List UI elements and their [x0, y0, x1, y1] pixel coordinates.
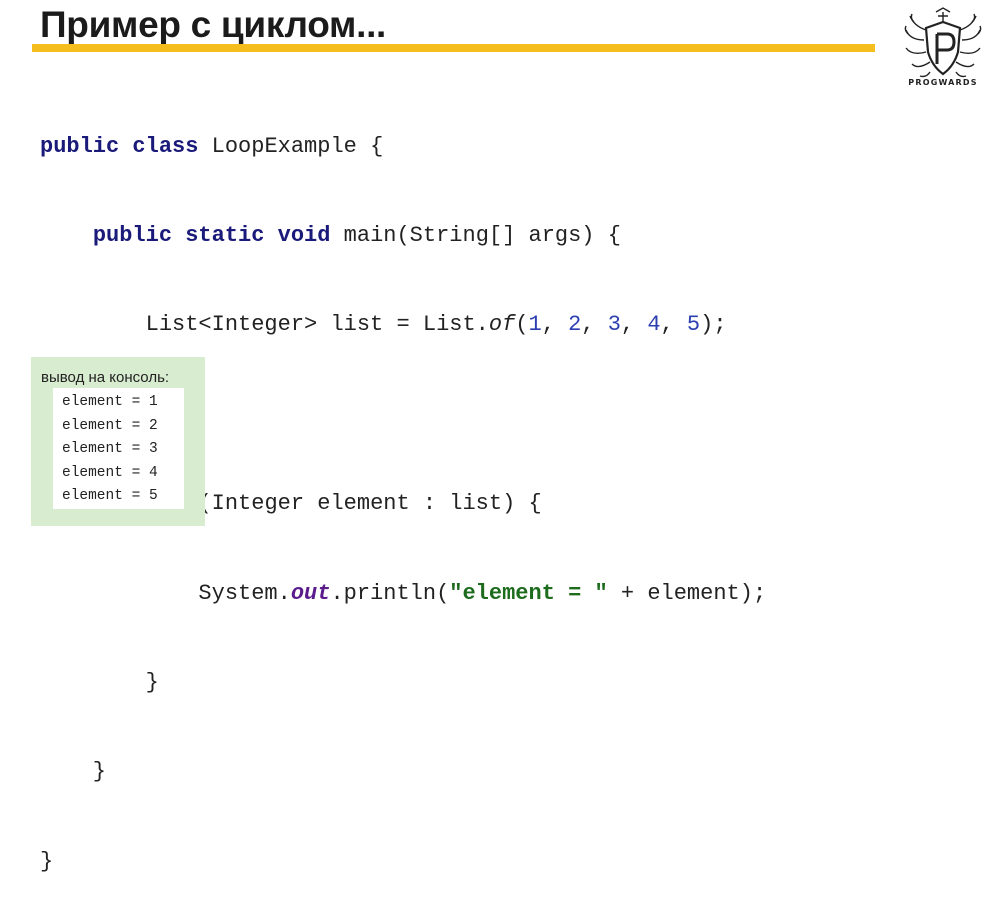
logo-text: PROGWARDS — [908, 78, 978, 87]
code-line-text: } — [40, 848, 54, 874]
code-line: } — [40, 668, 766, 698]
code-line: } — [40, 757, 766, 787]
console-output-line: element = 5 — [62, 488, 158, 504]
title-underline — [32, 44, 875, 52]
code-line: } — [40, 847, 766, 877]
code-line: List<Integer> list = List.of(1, 2, 3, 4,… — [40, 310, 766, 340]
console-label: вывод на консоль: — [41, 369, 170, 386]
code-line-text: public class LoopExample { — [40, 133, 384, 159]
code-line-text: List<Integer> list = List.of(1, 2, 3, 4,… — [40, 312, 727, 338]
code-line-text: } — [40, 669, 159, 695]
code-line-text: } — [40, 759, 107, 785]
code-line-text: System.out.println("element = " + elemen… — [40, 580, 767, 606]
code-line: System.out.println("element = " + elemen… — [40, 579, 766, 609]
code-line: public class LoopExample { — [40, 132, 766, 162]
console-output-line: element = 2 — [62, 417, 158, 434]
console-panel: вывод на консоль: element = 1 element = … — [31, 357, 205, 526]
code-line: public static void main(String[] args) { — [40, 221, 766, 251]
console-output-line: element = 1 — [62, 394, 158, 410]
code-line-text: public static void main(String[] args) { — [92, 222, 621, 248]
console-output: element = 1 element = 2 element = 3 elem… — [53, 388, 184, 509]
console-output-line: element = 4 — [62, 464, 158, 481]
console-output-line: element = 3 — [62, 441, 158, 457]
slide-title: Пример с циклом... — [40, 4, 387, 45]
